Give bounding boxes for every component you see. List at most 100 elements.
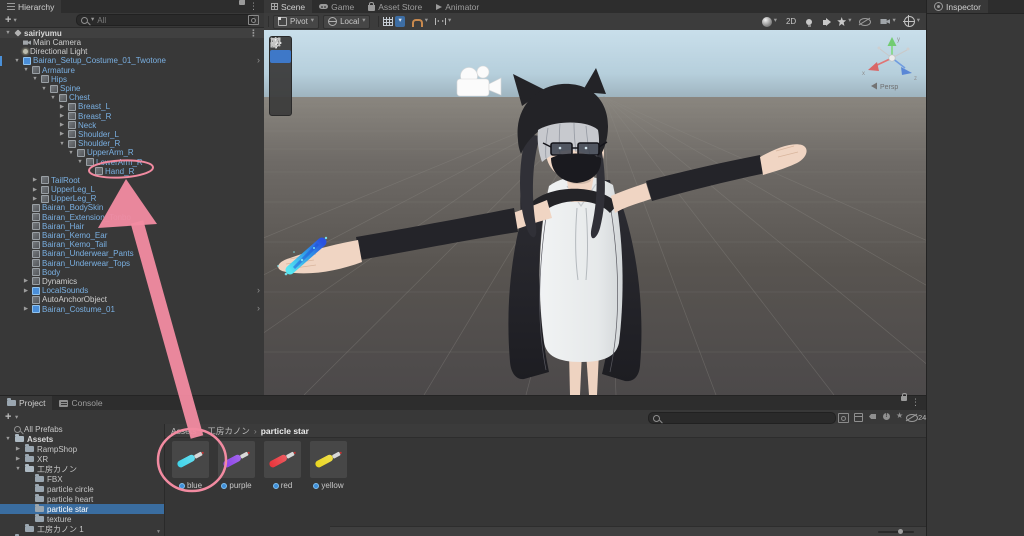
asset-item-yellow[interactable]: yellow <box>310 441 347 527</box>
hierarchy-item-armature[interactable]: ▼ Armature <box>0 66 264 75</box>
tab-project[interactable]: Project <box>0 396 53 410</box>
move-tool-button[interactable] <box>270 37 291 63</box>
magnet-caret-icon[interactable]: ▾ <box>425 18 428 25</box>
gizmos-menu-icon[interactable] <box>902 15 915 27</box>
hierarchy-item-shoulder-l[interactable]: ▶ Shoulder_L <box>0 130 264 139</box>
scene-viewport[interactable]: y x z Persp <box>264 30 926 395</box>
hierarchy-item-bairan-setup-costume-01-twotone[interactable]: ▼ Bairan_Setup_Costume_01_Twotone › <box>0 55 264 66</box>
asset-item-blue[interactable]: blue <box>172 441 209 527</box>
hierarchy-item-bairan-costume-01[interactable]: ▶ Bairan_Costume_01 › <box>0 303 264 313</box>
zoom-slider-knob[interactable] <box>898 529 903 534</box>
camera-caret-icon[interactable]: ▾ <box>892 18 895 25</box>
hierarchy-item-tailroot[interactable]: ▶ TailRoot <box>0 176 264 185</box>
gizmos-caret-icon[interactable]: ▾ <box>917 18 920 25</box>
search-by-label-icon[interactable] <box>869 414 876 419</box>
tab-console[interactable]: Console <box>52 396 109 410</box>
hierarchy-item-bairan-kemo-tail[interactable]: Bairan_Kemo_Tail <box>0 240 264 249</box>
open-search-window-icon[interactable] <box>838 413 849 423</box>
tab-animator[interactable]: Animator <box>429 0 486 13</box>
expand-arrow-icon[interactable]: ▼ <box>4 436 12 442</box>
menu-kebab-icon[interactable]: ⋮ <box>249 2 258 13</box>
lock-icon[interactable] <box>901 393 907 401</box>
prefab-open-chevron-icon[interactable]: › <box>257 55 260 65</box>
search-by-type-icon[interactable] <box>854 413 863 422</box>
folder-item-xr[interactable]: ▶ XR <box>0 454 164 464</box>
folder-item-1[interactable]: 工房カノン 1 <box>0 524 164 534</box>
folder-item-assets[interactable]: ▼ Assets <box>0 434 164 444</box>
breadcrumb-folder[interactable]: 工房カノン <box>207 425 250 437</box>
hierarchy-item-neck[interactable]: ▶ Neck <box>0 121 264 130</box>
hierarchy-item-chest[interactable]: ▼ Chest <box>0 93 264 102</box>
shading-caret-icon[interactable]: ▾ <box>774 18 777 25</box>
favorites-star-icon[interactable]: ★ <box>896 412 903 420</box>
hierarchy-item-directional-light[interactable]: Directional Light <box>0 47 264 56</box>
prefab-open-chevron-icon[interactable]: › <box>257 285 260 295</box>
hidden-packages-icon[interactable] <box>906 414 918 422</box>
camera-settings-icon[interactable] <box>880 18 891 25</box>
create-button[interactable]: + <box>5 411 11 423</box>
folder-item-particle-circle[interactable]: particle circle <box>0 484 164 494</box>
search-window-icon[interactable] <box>248 15 259 25</box>
hierarchy-item-hips[interactable]: ▼ Hips <box>0 75 264 84</box>
expand-arrow-icon[interactable]: ▼ <box>49 95 57 101</box>
pivot-button[interactable]: Pivot ▾ <box>273 14 320 29</box>
create-caret-icon[interactable]: ▾ <box>13 17 16 25</box>
expand-arrow-icon[interactable]: ▶ <box>31 196 39 202</box>
audio-toggle-icon[interactable] <box>823 18 831 26</box>
asset-thumbnail[interactable] <box>218 441 255 478</box>
expand-arrow-icon[interactable]: ▶ <box>22 306 30 312</box>
shading-mode-icon[interactable] <box>761 16 772 27</box>
scene-menu-kebab-icon[interactable]: ⋮ <box>249 29 258 38</box>
prefab-open-chevron-icon[interactable]: › <box>257 303 260 313</box>
expand-arrow-icon[interactable]: ▼ <box>13 58 21 64</box>
grid-visibility-icon[interactable] <box>383 17 394 26</box>
expand-arrow-icon[interactable]: ▶ <box>14 456 22 462</box>
expand-arrow-icon[interactable]: ▼ <box>31 76 39 82</box>
asset-thumbnail[interactable] <box>310 441 347 478</box>
expand-arrow-icon[interactable]: ▶ <box>58 122 66 128</box>
scroll-down-icon[interactable]: ▼ <box>156 529 161 535</box>
lock-icon[interactable] <box>239 0 245 5</box>
hierarchy-item-breast-l[interactable]: ▶ Breast_L <box>0 102 264 111</box>
project-search-input[interactable] <box>648 412 836 424</box>
folder-item-particle-star[interactable]: particle star <box>0 504 164 514</box>
tab-game[interactable]: Game <box>312 0 361 13</box>
expand-arrow[interactable]: ▼ <box>4 30 12 36</box>
create-button[interactable]: + <box>5 14 11 26</box>
tab-hierarchy[interactable]: Hierarchy <box>0 0 62 13</box>
create-caret-icon[interactable]: ▾ <box>15 414 18 422</box>
tab-scene[interactable]: Scene <box>264 0 313 13</box>
scale-tool-button[interactable] <box>270 37 291 89</box>
hierarchy-item-bairan-extension-tonbo[interactable]: Bairan_Extension_Tonbo <box>0 213 264 222</box>
effects-caret-icon[interactable]: ▾ <box>848 18 851 25</box>
transform-tool-button[interactable] <box>270 37 291 115</box>
folder-item-fbx[interactable]: FBX <box>0 474 164 484</box>
move-snap-icon[interactable] <box>434 18 446 25</box>
rect-tool-button[interactable] <box>270 37 291 102</box>
tab-asset-store[interactable]: Asset Store <box>361 0 429 13</box>
toggle-2d-button[interactable]: 2D <box>786 17 796 26</box>
hierarchy-item-breast-r[interactable]: ▶ Breast_R <box>0 112 264 121</box>
hierarchy-item-shoulder-r[interactable]: ▼ Shoulder_R <box>0 139 264 148</box>
scene-header-row[interactable]: ▼ sairiyumu ⋮ <box>0 28 264 38</box>
folder-item-item[interactable]: ▼ 工房カノン <box>0 464 164 474</box>
effects-toggle-icon[interactable] <box>837 17 847 26</box>
scene-visibility-icon[interactable] <box>859 17 872 26</box>
hierarchy-search-input[interactable]: ▾ All <box>76 14 254 26</box>
snap-caret-icon[interactable]: ▾ <box>448 18 451 25</box>
asset-thumbnail[interactable] <box>264 441 301 478</box>
hierarchy-item-body[interactable]: Body <box>0 268 264 277</box>
hierarchy-item-lowerarm-r[interactable]: ▼ LowerArm_R <box>0 157 264 167</box>
hierarchy-item-bairan-underwear-pants[interactable]: Bairan_Underwear_Pants <box>0 249 264 258</box>
expand-arrow-icon[interactable]: ▶ <box>22 278 30 284</box>
menu-kebab-icon[interactable]: ⋮ <box>911 398 920 410</box>
hierarchy-item-bairan-underwear-tops[interactable]: Bairan_Underwear_Tops <box>0 259 264 268</box>
breadcrumb-assets[interactable]: Assets <box>171 426 197 436</box>
hierarchy-item-upperarm-r[interactable]: ▼ UpperArm_R <box>0 148 264 157</box>
expand-arrow-icon[interactable]: ▼ <box>40 86 48 92</box>
expand-arrow-icon[interactable]: ▼ <box>67 150 75 156</box>
expand-arrow-icon[interactable]: ▶ <box>58 113 66 119</box>
expand-arrow-icon[interactable]: ▼ <box>58 141 66 147</box>
local-button[interactable]: Local ▾ <box>323 14 371 29</box>
expand-arrow-icon[interactable]: ▶ <box>58 131 66 137</box>
